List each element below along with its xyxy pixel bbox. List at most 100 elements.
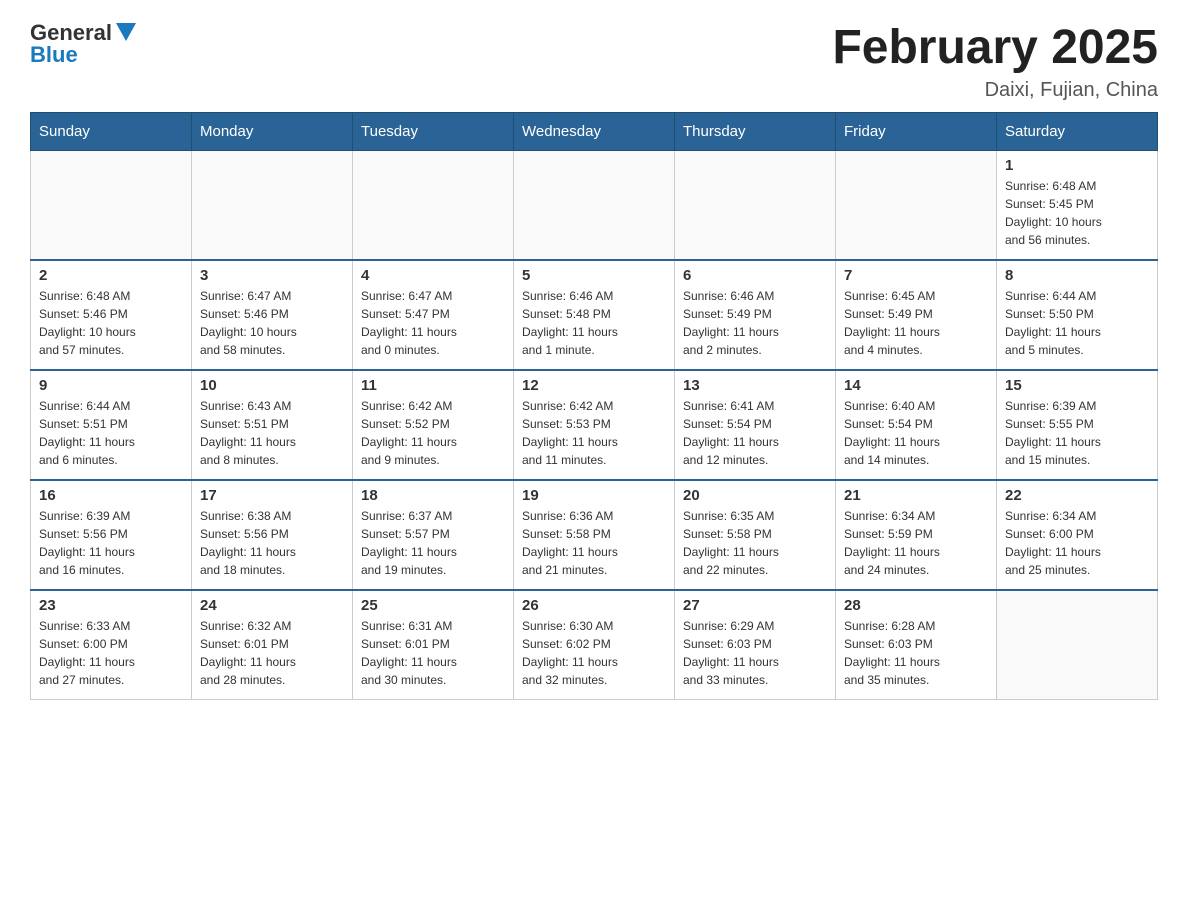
day-info: Sunrise: 6:45 AM Sunset: 5:49 PM Dayligh… [844,287,988,359]
calendar-cell: 9 Sunrise: 6:44 AM Sunset: 5:51 PM Daylig… [31,370,192,480]
day-number: 15 [1005,377,1149,394]
day-number: 26 [522,597,666,614]
calendar-cell: 7 Sunrise: 6:45 AM Sunset: 5:49 PM Daylig… [836,260,997,370]
calendar-cell: 15 Sunrise: 6:39 AM Sunset: 5:55 PM Dayli… [997,370,1158,480]
calendar-week-row: 1Sunrise: 6:48 AM Sunset: 5:45 PM Daylig… [31,151,1158,261]
day-info: Sunrise: 6:37 AM Sunset: 5:57 PM Dayligh… [361,507,505,579]
day-number: 25 [361,597,505,614]
calendar-cell: 2 Sunrise: 6:48 AM Sunset: 5:46 PM Daylig… [31,260,192,370]
day-number: 28 [844,597,988,614]
calendar-cell: 3 Sunrise: 6:47 AM Sunset: 5:46 PM Daylig… [192,260,353,370]
day-info: Sunrise: 6:46 AM Sunset: 5:49 PM Dayligh… [683,287,827,359]
calendar-cell: 13Sunrise: 6:41 AM Sunset: 5:54 PM Dayli… [675,370,836,480]
day-header-sunday: Sunday [31,113,192,151]
calendar-cell: 8 Sunrise: 6:44 AM Sunset: 5:50 PM Daylig… [997,260,1158,370]
day-info: Sunrise: 6:29 AM Sunset: 6:03 PM Dayligh… [683,617,827,689]
day-number: 7 [844,267,988,284]
calendar-cell: 4 Sunrise: 6:47 AM Sunset: 5:47 PM Daylig… [353,260,514,370]
day-info: Sunrise: 6:47 AM Sunset: 5:46 PM Dayligh… [200,287,344,359]
day-info: Sunrise: 6:39 AM Sunset: 5:56 PM Dayligh… [39,507,183,579]
calendar-cell: 10Sunrise: 6:43 AM Sunset: 5:51 PM Dayli… [192,370,353,480]
calendar-cell: 12Sunrise: 6:42 AM Sunset: 5:53 PM Dayli… [514,370,675,480]
calendar-cell: 26 Sunrise: 6:30 AM Sunset: 6:02 PM Dayli… [514,590,675,700]
calendar-cell: 27 Sunrise: 6:29 AM Sunset: 6:03 PM Dayli… [675,590,836,700]
logo: General Blue [30,20,136,68]
calendar-cell: 22 Sunrise: 6:34 AM Sunset: 6:00 PM Dayli… [997,480,1158,590]
calendar-cell: 28 Sunrise: 6:28 AM Sunset: 6:03 PM Dayli… [836,590,997,700]
day-info: Sunrise: 6:48 AM Sunset: 5:46 PM Dayligh… [39,287,183,359]
day-info: Sunrise: 6:47 AM Sunset: 5:47 PM Dayligh… [361,287,505,359]
day-info: Sunrise: 6:41 AM Sunset: 5:54 PM Dayligh… [683,397,827,469]
day-info: Sunrise: 6:42 AM Sunset: 5:52 PM Dayligh… [361,397,505,469]
calendar-cell: 1Sunrise: 6:48 AM Sunset: 5:45 PM Daylig… [997,151,1158,261]
day-header-monday: Monday [192,113,353,151]
day-info: Sunrise: 6:35 AM Sunset: 5:58 PM Dayligh… [683,507,827,579]
day-number: 3 [200,267,344,284]
page-header: General Blue February 2025 Daixi, Fujian… [30,20,1158,102]
day-info: Sunrise: 6:34 AM Sunset: 6:00 PM Dayligh… [1005,507,1149,579]
day-info: Sunrise: 6:30 AM Sunset: 6:02 PM Dayligh… [522,617,666,689]
calendar-cell: 20 Sunrise: 6:35 AM Sunset: 5:58 PM Dayli… [675,480,836,590]
day-number: 16 [39,487,183,504]
day-info: Sunrise: 6:48 AM Sunset: 5:45 PM Dayligh… [1005,177,1149,249]
calendar-cell: 16 Sunrise: 6:39 AM Sunset: 5:56 PM Dayli… [31,480,192,590]
day-number: 2 [39,267,183,284]
day-info: Sunrise: 6:34 AM Sunset: 5:59 PM Dayligh… [844,507,988,579]
day-number: 9 [39,377,183,394]
day-info: Sunrise: 6:43 AM Sunset: 5:51 PM Dayligh… [200,397,344,469]
day-number: 11 [361,377,505,394]
day-info: Sunrise: 6:46 AM Sunset: 5:48 PM Dayligh… [522,287,666,359]
calendar-cell [31,151,192,261]
calendar-cell: 19Sunrise: 6:36 AM Sunset: 5:58 PM Dayli… [514,480,675,590]
day-number: 17 [200,487,344,504]
logo-triangle-icon [116,23,136,43]
calendar-cell: 24 Sunrise: 6:32 AM Sunset: 6:01 PM Dayli… [192,590,353,700]
day-info: Sunrise: 6:39 AM Sunset: 5:55 PM Dayligh… [1005,397,1149,469]
month-title: February 2025 [832,20,1158,75]
calendar-cell: 17 Sunrise: 6:38 AM Sunset: 5:56 PM Dayli… [192,480,353,590]
day-header-wednesday: Wednesday [514,113,675,151]
day-info: Sunrise: 6:40 AM Sunset: 5:54 PM Dayligh… [844,397,988,469]
location-title: Daixi, Fujian, China [832,79,1158,102]
day-info: Sunrise: 6:36 AM Sunset: 5:58 PM Dayligh… [522,507,666,579]
calendar-week-row: 2 Sunrise: 6:48 AM Sunset: 5:46 PM Daylig… [31,260,1158,370]
day-info: Sunrise: 6:32 AM Sunset: 6:01 PM Dayligh… [200,617,344,689]
calendar-cell [836,151,997,261]
day-number: 20 [683,487,827,504]
calendar-cell [997,590,1158,700]
day-number: 6 [683,267,827,284]
day-number: 14 [844,377,988,394]
calendar-header-row: SundayMondayTuesdayWednesdayThursdayFrid… [31,113,1158,151]
calendar-cell [675,151,836,261]
day-number: 23 [39,597,183,614]
day-number: 21 [844,487,988,504]
logo-blue-text: Blue [30,42,78,68]
calendar-cell: 25Sunrise: 6:31 AM Sunset: 6:01 PM Dayli… [353,590,514,700]
calendar-cell: 6 Sunrise: 6:46 AM Sunset: 5:49 PM Daylig… [675,260,836,370]
day-number: 12 [522,377,666,394]
day-info: Sunrise: 6:44 AM Sunset: 5:50 PM Dayligh… [1005,287,1149,359]
day-number: 5 [522,267,666,284]
day-number: 8 [1005,267,1149,284]
calendar-cell: 18Sunrise: 6:37 AM Sunset: 5:57 PM Dayli… [353,480,514,590]
day-number: 24 [200,597,344,614]
calendar-cell [514,151,675,261]
day-info: Sunrise: 6:28 AM Sunset: 6:03 PM Dayligh… [844,617,988,689]
calendar-cell: 11 Sunrise: 6:42 AM Sunset: 5:52 PM Dayli… [353,370,514,480]
title-section: February 2025 Daixi, Fujian, China [832,20,1158,102]
day-header-thursday: Thursday [675,113,836,151]
calendar-cell: 21 Sunrise: 6:34 AM Sunset: 5:59 PM Dayli… [836,480,997,590]
day-info: Sunrise: 6:44 AM Sunset: 5:51 PM Dayligh… [39,397,183,469]
calendar-cell [192,151,353,261]
day-number: 4 [361,267,505,284]
calendar-cell: 14 Sunrise: 6:40 AM Sunset: 5:54 PM Dayli… [836,370,997,480]
day-number: 27 [683,597,827,614]
day-header-saturday: Saturday [997,113,1158,151]
day-number: 22 [1005,487,1149,504]
calendar-week-row: 23 Sunrise: 6:33 AM Sunset: 6:00 PM Dayli… [31,590,1158,700]
day-header-tuesday: Tuesday [353,113,514,151]
day-header-friday: Friday [836,113,997,151]
day-info: Sunrise: 6:38 AM Sunset: 5:56 PM Dayligh… [200,507,344,579]
day-info: Sunrise: 6:33 AM Sunset: 6:00 PM Dayligh… [39,617,183,689]
calendar-cell [353,151,514,261]
